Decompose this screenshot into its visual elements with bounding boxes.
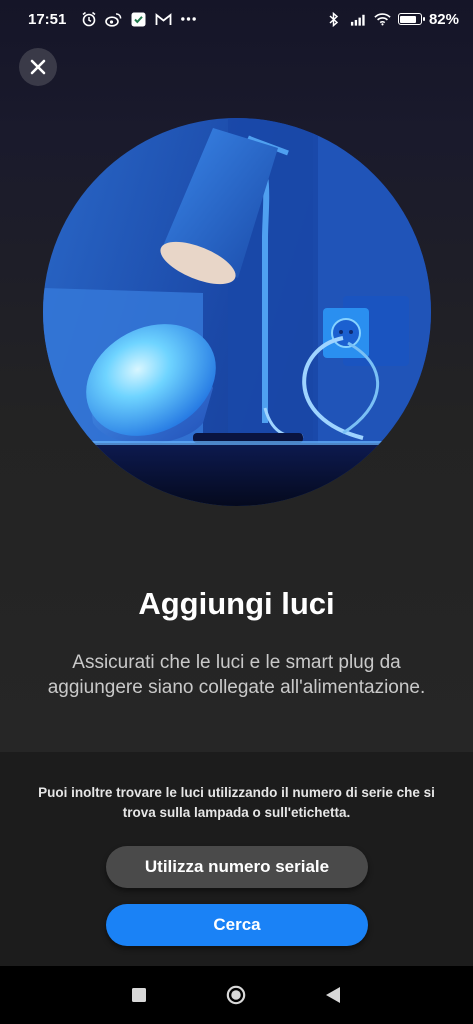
- recent-apps-icon[interactable]: [129, 985, 149, 1005]
- use-serial-number-button[interactable]: Utilizza numero seriale: [106, 846, 368, 888]
- description-text: Assicurati che le luci e le smart plug d…: [47, 652, 426, 698]
- status-bar: 17:51 82%: [0, 0, 473, 38]
- close-button[interactable]: [19, 48, 57, 86]
- hero-illustration: [43, 118, 431, 506]
- battery-fill: [400, 15, 417, 23]
- page-title: Aggiungi luci: [138, 586, 335, 621]
- navigation-bar: [0, 966, 473, 1024]
- bluetooth-icon: [326, 11, 343, 28]
- more-dots-icon: [180, 11, 197, 28]
- signal-icon: [350, 11, 367, 28]
- alarm-icon: [80, 11, 97, 28]
- back-icon[interactable]: [323, 985, 343, 1005]
- weibo-icon: [105, 11, 122, 28]
- search-button[interactable]: Cerca: [106, 904, 368, 946]
- battery-percent: 82%: [428, 10, 459, 28]
- home-icon[interactable]: [226, 985, 246, 1005]
- hint-text: Puoi inoltre trovare le luci utilizzando…: [38, 785, 435, 820]
- gmail-icon: [155, 11, 172, 28]
- app-icon: [130, 11, 147, 28]
- close-icon: [30, 59, 46, 75]
- wifi-icon: [374, 11, 391, 28]
- battery-icon: [397, 13, 425, 25]
- status-time: 17:51: [28, 10, 67, 28]
